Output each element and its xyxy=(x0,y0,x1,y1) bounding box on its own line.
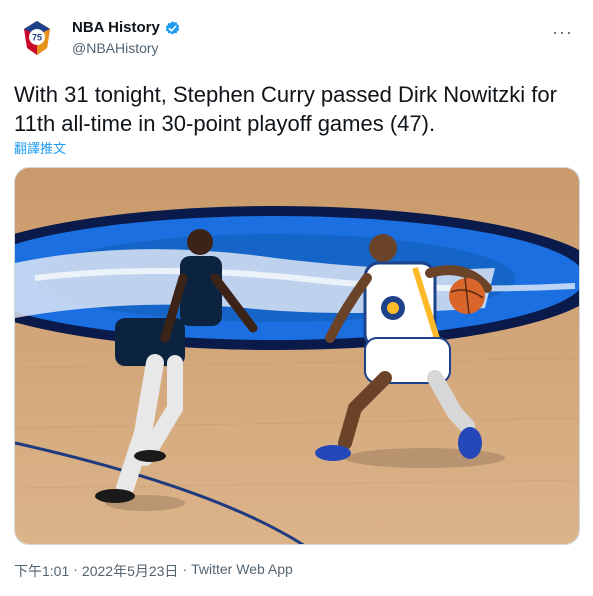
tweet-date[interactable]: 2022年5月23日 xyxy=(82,561,179,581)
meta-separator: · xyxy=(73,561,78,577)
tweet-source-link[interactable]: Twitter Web App xyxy=(191,561,293,581)
tweet-text: With 31 tonight, Stephen Curry passed Di… xyxy=(14,82,557,136)
account-info: NBA History @NBAHistory xyxy=(72,18,181,58)
tweet-meta: 下午1:01 · 2022年5月23日 · Twitter Web App xyxy=(14,561,293,581)
basketball-photo-icon xyxy=(15,168,579,544)
meta-separator: · xyxy=(182,561,188,577)
display-name[interactable]: NBA History xyxy=(72,18,160,38)
tweet-card: 75 NBA History @NBAHistory ··· With 31 t… xyxy=(0,0,593,596)
more-options-icon[interactable]: ··· xyxy=(552,22,573,43)
tweet-photo[interactable] xyxy=(14,167,580,545)
tweet-header: 75 NBA History @NBAHistory ··· xyxy=(14,14,579,62)
svg-text:75: 75 xyxy=(32,33,42,43)
tweet-time[interactable]: 下午1:01 xyxy=(14,561,69,581)
verified-badge-icon xyxy=(165,20,180,35)
display-name-row: NBA History xyxy=(72,18,181,38)
nba-75-logo-icon: 75 xyxy=(24,21,50,55)
translate-tweet-link[interactable]: 翻譯推文 xyxy=(14,138,66,157)
avatar[interactable]: 75 xyxy=(14,15,60,61)
account-handle[interactable]: @NBAHistory xyxy=(72,38,181,58)
